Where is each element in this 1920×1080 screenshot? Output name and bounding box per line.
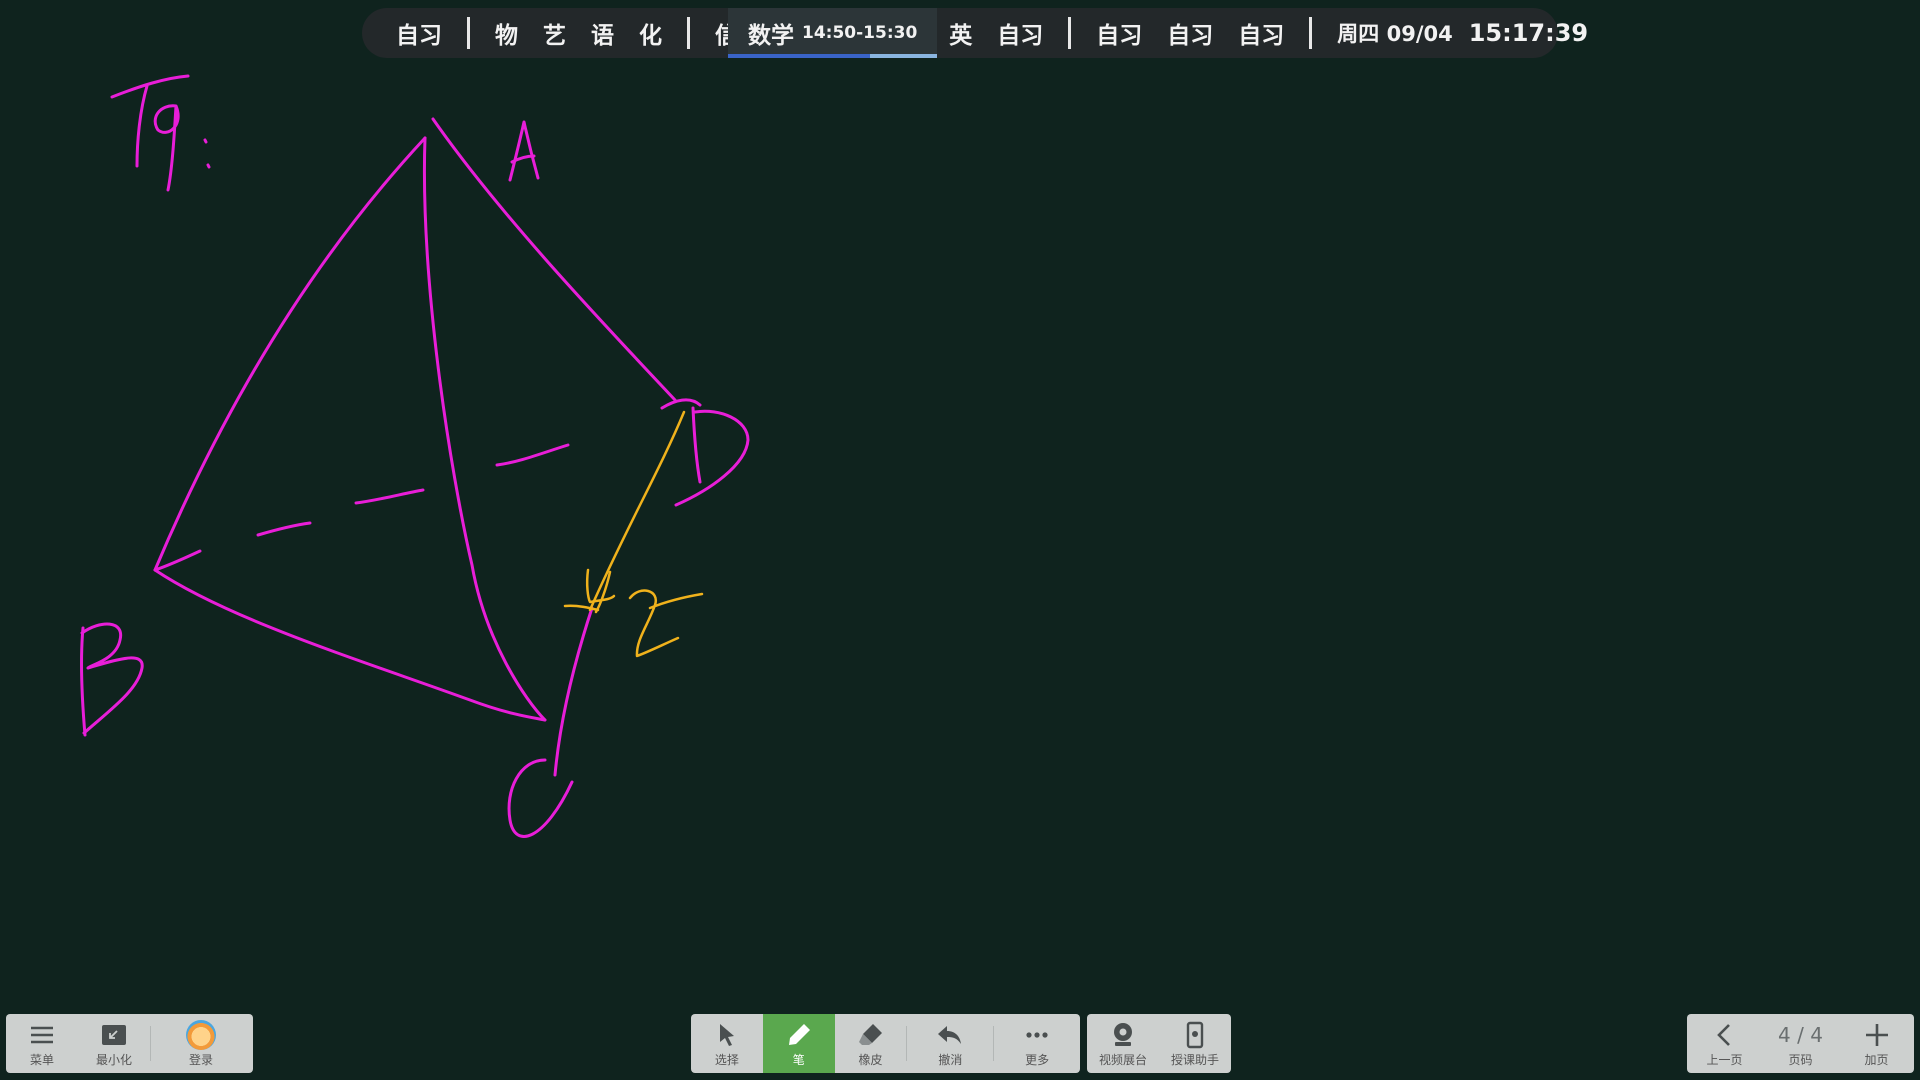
whiteboard-canvas[interactable] <box>0 0 1920 1080</box>
drawing-toolbar: 选择 笔 橡皮 撤消 更多 <box>691 1014 1080 1073</box>
ink-edge-dc <box>553 606 594 777</box>
schedule-divider <box>1309 17 1313 49</box>
ink-edge-ab <box>153 136 427 572</box>
aux-toolbar: 视频展台 授课助手 <box>1087 1014 1231 1073</box>
ink-segment-dm <box>588 410 686 612</box>
minimize-button[interactable]: 最小化 <box>78 1014 150 1073</box>
login-button[interactable]: 登录 <box>151 1014 251 1073</box>
minimize-icon <box>102 1024 126 1045</box>
schedule-item: 自习 <box>1096 23 1143 49</box>
minimize-label: 最小化 <box>95 1052 132 1067</box>
prev-page-button[interactable]: 上一页 <box>1687 1014 1762 1073</box>
eraser-tool-label: 橡皮 <box>858 1052 883 1067</box>
teaching-assistant-label: 授课助手 <box>1170 1052 1219 1067</box>
video-visualizer-button[interactable]: 视频展台 <box>1087 1014 1159 1073</box>
pen-icon <box>788 1023 810 1045</box>
class-schedule-bar: 自习 物 艺 语 化 信 数学 14:50-15:30 英 自习 自习 自习 自… <box>362 8 1588 58</box>
add-page-label: 加页 <box>1864 1052 1889 1067</box>
clock-display: 15:17:39 <box>1468 19 1589 47</box>
schedule-divider <box>687 17 690 49</box>
schedule-item: 化 <box>639 23 662 49</box>
schedule-item: 英 <box>949 23 973 49</box>
page-toolbar: 上一页 4 / 4 页码 加页 <box>1687 1014 1914 1073</box>
more-dots-icon <box>1026 1031 1048 1038</box>
page-number: 4 / 4 <box>1778 1022 1823 1047</box>
schedule-item: 物 <box>495 23 518 49</box>
eraser-icon <box>858 1023 882 1045</box>
eraser-tool-button[interactable]: 橡皮 <box>835 1014 907 1073</box>
page-indicator[interactable]: 4 / 4 页码 <box>1762 1014 1839 1073</box>
undo-button[interactable]: 撤消 <box>907 1014 993 1073</box>
avatar-icon <box>186 1019 216 1050</box>
schedule-item: 自习 <box>1167 23 1214 49</box>
ink-digit-2 <box>628 589 704 658</box>
schedule-item: 自习 <box>396 23 442 49</box>
ink-edge-ac <box>422 136 547 722</box>
teaching-assistant-button[interactable]: 授课助手 <box>1159 1014 1231 1073</box>
ink-edge-bc <box>153 568 547 722</box>
phone-assistant-icon <box>1186 1021 1204 1048</box>
schedule-item: 自习 <box>997 23 1044 49</box>
ink-label-d <box>660 398 750 507</box>
date-display: 周四 09/04 <box>1337 22 1453 46</box>
webcam-icon <box>1114 1022 1132 1046</box>
plus-icon <box>1865 1023 1888 1046</box>
ink-edge-bd-dashed <box>256 443 570 537</box>
pen-tool-button[interactable]: 笔 <box>762 1014 835 1073</box>
schedule-divider <box>1068 17 1072 49</box>
schedule-item: 艺 <box>543 23 566 49</box>
pen-tool-label: 笔 <box>792 1052 805 1067</box>
schedule-divider <box>467 17 470 49</box>
select-tool-label: 选择 <box>714 1052 739 1067</box>
prev-page-label: 上一页 <box>1706 1052 1743 1067</box>
left-toolbar: 菜单 最小化 登录 <box>6 1014 253 1073</box>
ink-label-t9 <box>110 74 211 192</box>
menu-button[interactable]: 菜单 <box>6 1014 78 1073</box>
login-label: 登录 <box>188 1052 213 1067</box>
current-class-time: 14:50-15:30 <box>802 23 918 43</box>
undo-label: 撤消 <box>938 1052 963 1067</box>
cursor-arrow-icon <box>719 1023 734 1046</box>
schedule-item: 自习 <box>1238 23 1285 49</box>
current-class: 数学 14:50-15:30 <box>728 8 938 58</box>
menu-label: 菜单 <box>29 1052 54 1067</box>
ink-edge-ad <box>431 117 677 402</box>
ink-label-b <box>80 622 144 737</box>
schedule-item: 语 <box>591 23 614 49</box>
page-label: 页码 <box>1788 1052 1813 1067</box>
video-visualizer-label: 视频展台 <box>1098 1052 1147 1067</box>
hamburger-icon <box>31 1026 53 1043</box>
select-tool-button[interactable]: 选择 <box>691 1014 763 1073</box>
undo-icon <box>938 1025 962 1044</box>
add-page-button[interactable]: 加页 <box>1839 1014 1914 1073</box>
ink-label-c <box>507 758 574 838</box>
current-class-subject: 数学 <box>748 23 794 49</box>
more-label: 更多 <box>1025 1052 1050 1067</box>
chevron-left-icon <box>1716 1023 1730 1046</box>
class-progress-bar <box>728 54 938 58</box>
more-button[interactable]: 更多 <box>994 1014 1080 1073</box>
ink-label-a <box>508 120 540 182</box>
